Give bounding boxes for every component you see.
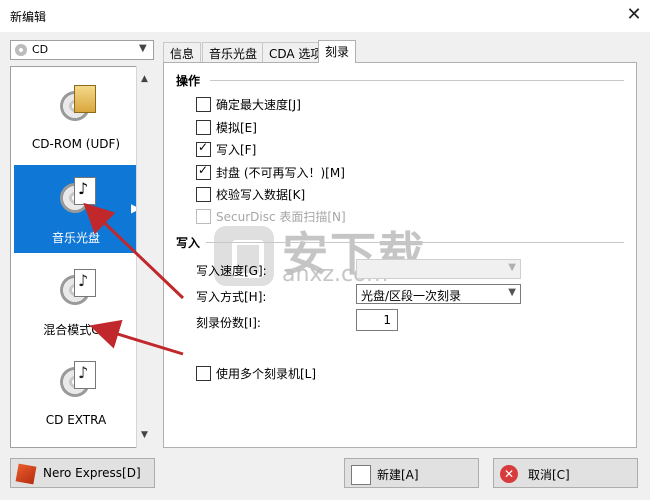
drive-type-select[interactable]: CD ▼ bbox=[10, 40, 154, 60]
option-label: 模拟[E] bbox=[216, 121, 257, 135]
operations-heading: 操作 bbox=[176, 74, 201, 88]
list-item-label: CD-ROM (UDF) bbox=[31, 137, 121, 151]
option-finalize[interactable]: 封盘 (不可再写入！)[M] bbox=[196, 163, 396, 180]
close-icon[interactable]: ✕ bbox=[622, 4, 646, 26]
write-method-select[interactable]: 光盘/区段一次刻录 ▼ bbox=[356, 284, 521, 304]
copies-value: 1 bbox=[383, 313, 391, 327]
music-note-icon: ♪ bbox=[78, 179, 89, 198]
chevron-down-icon: ▼ bbox=[508, 262, 516, 273]
option-label: 写入[F] bbox=[216, 143, 257, 157]
divider bbox=[206, 242, 624, 243]
folder-icon bbox=[74, 85, 96, 113]
cancel-icon: ✕ bbox=[500, 465, 518, 483]
multiple-burners-checkbox[interactable] bbox=[196, 366, 211, 381]
new-button-label: 新建[A] bbox=[377, 468, 419, 482]
tab-burn[interactable]: 刻录 bbox=[318, 40, 357, 63]
verify-checkbox[interactable] bbox=[196, 187, 211, 202]
chevron-down-icon: ▼ bbox=[139, 43, 147, 54]
write-method-label: 写入方式[H]: bbox=[196, 290, 267, 304]
tab-music-disc[interactable]: 音乐光盘 bbox=[202, 42, 265, 62]
option-max-speed[interactable]: 确定最大速度[J] bbox=[196, 96, 396, 112]
finalize-checkbox[interactable] bbox=[196, 163, 211, 180]
option-multiple-burners[interactable]: 使用多个刻录机[L] bbox=[196, 365, 396, 381]
write-speed-label: 写入速度[G]: bbox=[196, 264, 267, 278]
window-title: 新编辑 bbox=[10, 10, 47, 24]
write-speed-select: ▼ bbox=[356, 259, 521, 279]
cancel-button-label: 取消[C] bbox=[528, 468, 570, 482]
list-item-label: 混合模式CD bbox=[43, 323, 109, 337]
scroll-up-icon[interactable]: ▲ bbox=[141, 74, 148, 84]
divider bbox=[210, 80, 624, 81]
option-label: 封盘 (不可再写入！)[M] bbox=[216, 166, 345, 180]
option-verify[interactable]: 校验写入数据[K] bbox=[196, 186, 396, 202]
write-heading: 写入 bbox=[176, 236, 201, 250]
list-item-cd-rom-udf[interactable]: CD-ROM (UDF) bbox=[14, 73, 138, 161]
write-checkbox[interactable] bbox=[196, 140, 211, 157]
tab-info[interactable]: 信息 bbox=[163, 42, 202, 62]
drive-type-value: CD bbox=[32, 43, 49, 56]
list-item-label: 音乐光盘 bbox=[51, 231, 100, 245]
option-label: 确定最大速度[J] bbox=[216, 98, 301, 112]
option-simulate[interactable]: 模拟[E] bbox=[196, 119, 396, 135]
new-document-icon bbox=[351, 465, 371, 485]
copies-label: 刻录份数[I]: bbox=[196, 316, 261, 330]
list-item-mixed-mode-cd[interactable]: ♪ 混合模式CD bbox=[14, 257, 138, 345]
nero-express-label: Nero Express[D] bbox=[43, 466, 141, 480]
copies-input[interactable]: 1 bbox=[356, 309, 398, 331]
max-speed-checkbox[interactable] bbox=[196, 97, 211, 112]
music-note-icon: ♪ bbox=[78, 363, 89, 382]
new-button[interactable]: 新建[A] bbox=[344, 458, 479, 488]
list-item-music-disc[interactable]: ♪ ▶ 音乐光盘 bbox=[14, 165, 140, 253]
write-method-value: 光盘/区段一次刻录 bbox=[361, 289, 462, 303]
chevron-down-icon: ▼ bbox=[508, 287, 516, 298]
title-bar: 新编辑 ✕ bbox=[0, 0, 650, 32]
list-item-cd-extra[interactable]: ♪ CD EXTRA bbox=[14, 349, 138, 437]
list-scrollbar[interactable]: ▲ ▼ bbox=[136, 66, 156, 448]
simulate-checkbox[interactable] bbox=[196, 120, 211, 135]
music-note-icon: ♪ bbox=[78, 271, 89, 290]
cd-drive-icon bbox=[15, 44, 27, 56]
option-label: 使用多个刻录机[L] bbox=[216, 367, 317, 381]
nero-express-button[interactable]: Nero Express[D] bbox=[10, 458, 155, 488]
nero-logo-icon bbox=[15, 463, 37, 485]
option-write[interactable]: 写入[F] bbox=[196, 140, 396, 157]
scroll-down-icon[interactable]: ▼ bbox=[141, 430, 148, 440]
list-item-label: CD EXTRA bbox=[45, 413, 107, 427]
cancel-button[interactable]: ✕ 取消[C] bbox=[493, 458, 638, 488]
option-label: 校验写入数据[K] bbox=[216, 188, 306, 202]
securdisc-checkbox bbox=[196, 209, 211, 224]
project-type-list[interactable]: CD-ROM (UDF) ♪ ▶ 音乐光盘 ♪ 混合模式CD ♪ CD EXTR… bbox=[10, 66, 156, 448]
